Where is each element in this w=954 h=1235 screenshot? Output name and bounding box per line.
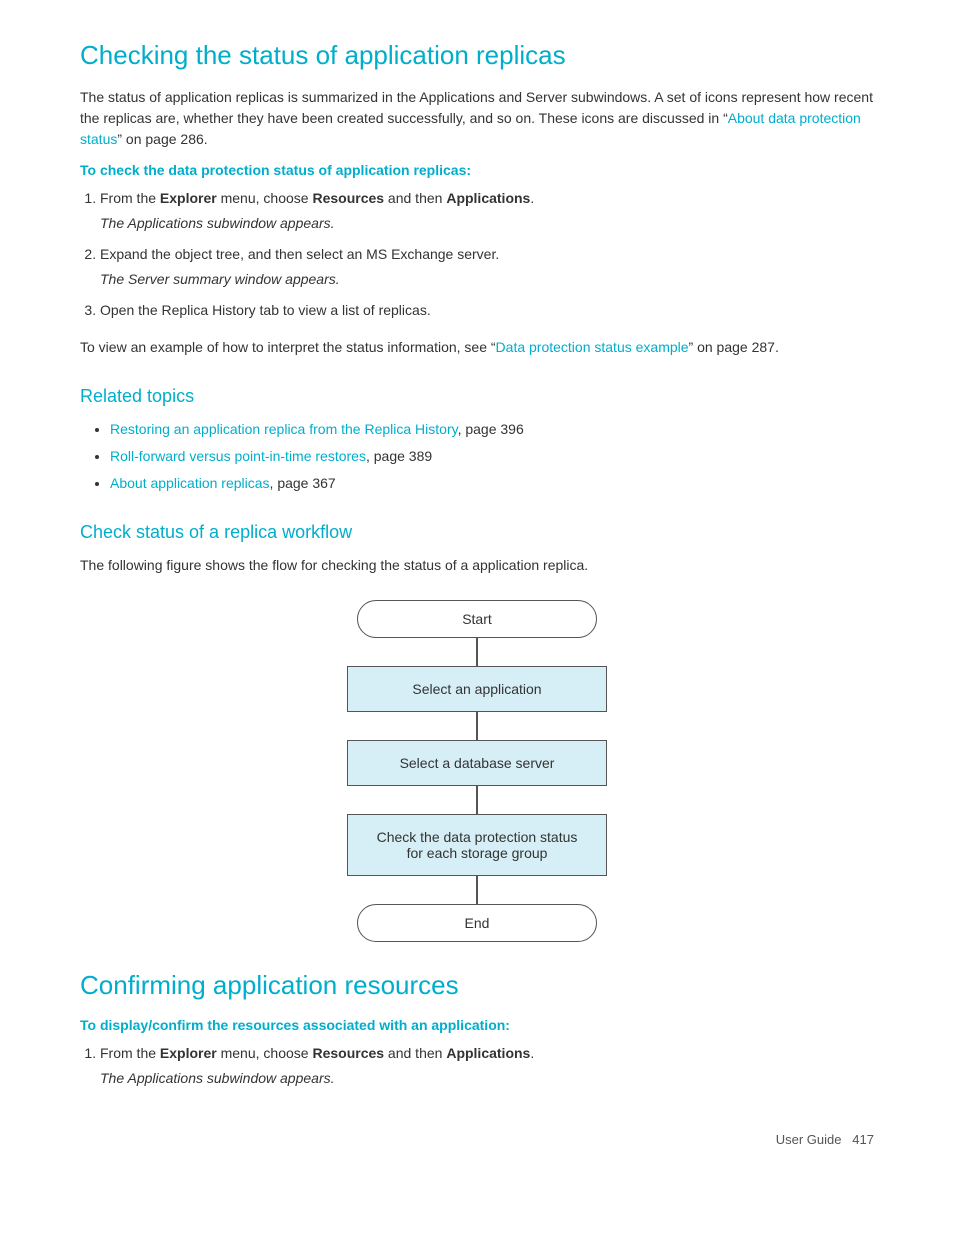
footer-label: User Guide xyxy=(776,1132,842,1147)
instruction-heading: To check the data protection status of a… xyxy=(80,162,874,178)
confirming-resources-section: Confirming application resources To disp… xyxy=(80,970,874,1089)
section-title: Checking the status of application repli… xyxy=(80,40,874,71)
workflow-start-label: Start xyxy=(462,611,492,627)
workflow-heading: Check status of a replica workflow xyxy=(80,522,874,543)
confirm-step-1-sub: The Applications subwindow appears. xyxy=(100,1068,874,1089)
flow-line-3 xyxy=(476,786,478,814)
intro-paragraph: The status of application replicas is su… xyxy=(80,87,874,150)
related-topic-1-link[interactable]: Restoring an application replica from th… xyxy=(110,421,458,437)
data-protection-status-example-link[interactable]: Data protection status example xyxy=(496,339,689,355)
step-1-sub: The Applications subwindow appears. xyxy=(100,213,874,234)
related-topic-3-page: page 367 xyxy=(277,475,335,491)
step-2: Expand the object tree, and then select … xyxy=(100,244,874,290)
footer-page: 417 xyxy=(852,1132,874,1147)
step-2-sub: The Server summary window appears. xyxy=(100,269,874,290)
confirming-resources-title: Confirming application resources xyxy=(80,970,874,1001)
confirm-steps-list: From the Explorer menu, choose Resources… xyxy=(100,1043,874,1089)
workflow-end: End xyxy=(357,904,597,942)
steps-list: From the Explorer menu, choose Resources… xyxy=(100,188,874,321)
related-topics-section: Related topics Restoring an application … xyxy=(80,386,874,494)
workflow-description: The following figure shows the flow for … xyxy=(80,555,874,576)
related-topics-heading: Related topics xyxy=(80,386,874,407)
workflow-start: Start xyxy=(357,600,597,638)
workflow-select-db-server: Select a database server xyxy=(347,740,607,786)
related-topic-3: About application replicas, page 367 xyxy=(110,473,874,494)
flow-line-2 xyxy=(476,712,478,740)
flow-line-4 xyxy=(476,876,478,904)
related-topic-2-link[interactable]: Roll-forward versus point-in-time restor… xyxy=(110,448,366,464)
workflow-end-label: End xyxy=(465,915,490,931)
intro-suffix: ” on page 286. xyxy=(117,131,207,147)
workflow-select-application-label: Select an application xyxy=(412,681,541,697)
step-2-text: Expand the object tree, and then select … xyxy=(100,246,499,262)
section-checking-status: Checking the status of application repli… xyxy=(80,40,874,358)
related-topic-2-page: page 389 xyxy=(374,448,432,464)
flow-line-1 xyxy=(476,638,478,666)
step-3-text: Open the Replica History tab to view a l… xyxy=(100,302,431,318)
view-example-pre: To view an example of how to interpret t… xyxy=(80,339,496,355)
confirm-step-1: From the Explorer menu, choose Resources… xyxy=(100,1043,874,1089)
related-topic-1-page: page 396 xyxy=(465,421,523,437)
step-1: From the Explorer menu, choose Resources… xyxy=(100,188,874,234)
view-example-paragraph: To view an example of how to interpret t… xyxy=(80,337,874,358)
related-topic-1: Restoring an application replica from th… xyxy=(110,419,874,440)
related-topics-list: Restoring an application replica from th… xyxy=(110,419,874,494)
workflow-check-status-label: Check the data protection status for eac… xyxy=(377,829,578,861)
workflow-select-application: Select an application xyxy=(347,666,607,712)
step-3: Open the Replica History tab to view a l… xyxy=(100,300,874,321)
related-topic-2: Roll-forward versus point-in-time restor… xyxy=(110,446,874,467)
workflow-select-db-server-label: Select a database server xyxy=(400,755,555,771)
view-example-suffix: ” on page 287. xyxy=(689,339,779,355)
confirm-instruction-heading: To display/confirm the resources associa… xyxy=(80,1017,874,1033)
workflow-check-status: Check the data protection status for eac… xyxy=(347,814,607,876)
workflow-diagram: Start Select an application Select a dat… xyxy=(317,600,637,942)
page-container: Checking the status of application repli… xyxy=(0,0,954,1177)
related-topic-3-link[interactable]: About application replicas xyxy=(110,475,270,491)
footer: User Guide 417 xyxy=(776,1132,874,1147)
workflow-section: Check status of a replica workflow The f… xyxy=(80,522,874,942)
